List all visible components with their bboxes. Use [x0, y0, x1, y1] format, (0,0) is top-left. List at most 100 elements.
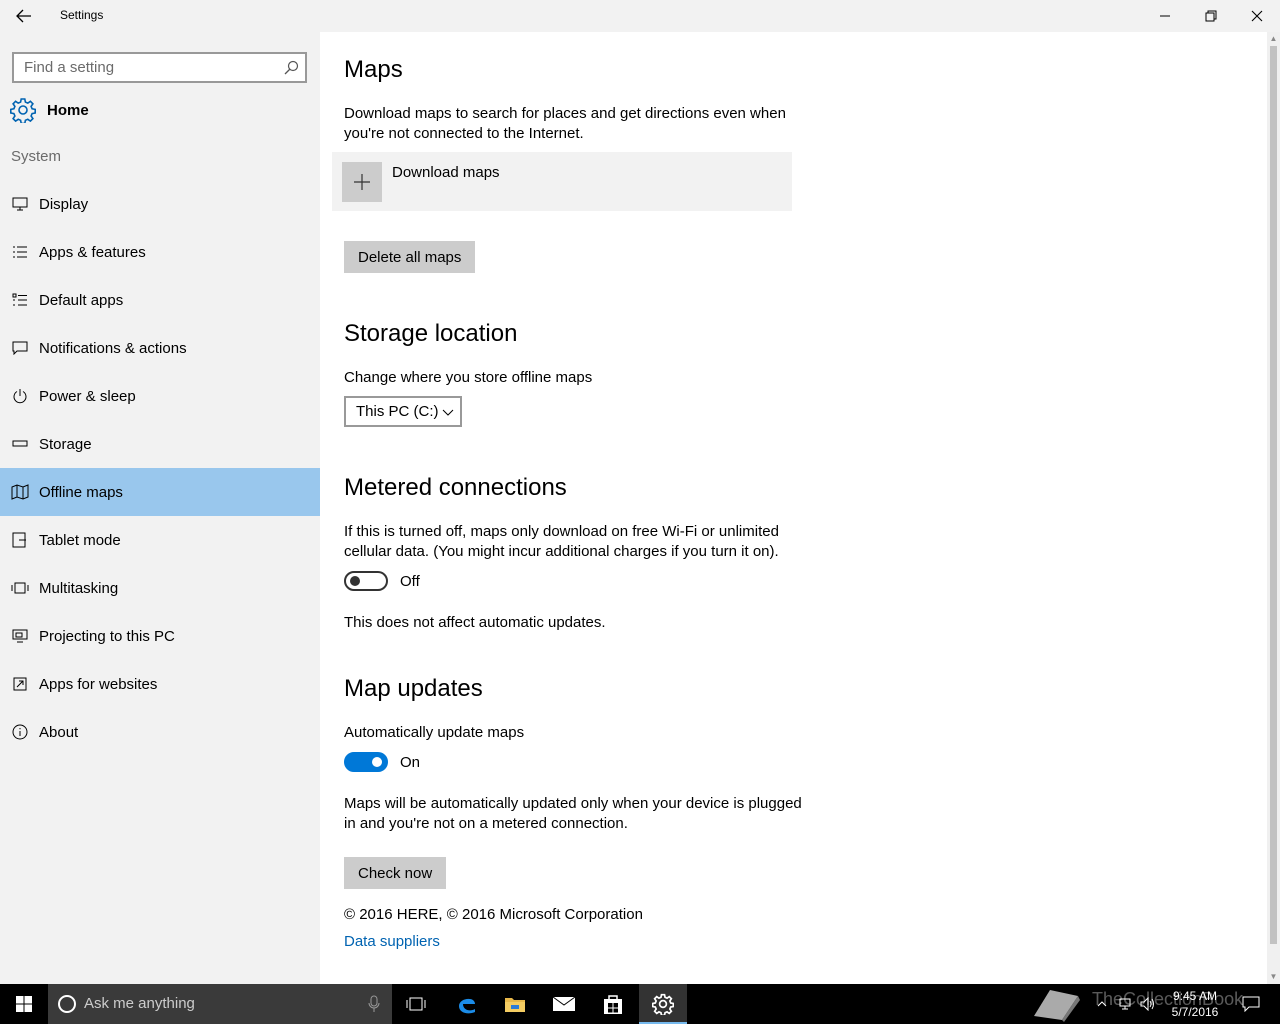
check-now-button[interactable]: Check now	[344, 857, 447, 889]
metered-connections-heading: Metered connections	[344, 474, 567, 501]
task-view-button[interactable]	[392, 984, 440, 1024]
task-view-icon	[406, 997, 426, 1011]
projecting-icon	[11, 627, 29, 645]
search-icon[interactable]	[283, 60, 299, 76]
info-icon	[11, 723, 29, 741]
mail-button[interactable]	[540, 984, 588, 1024]
scroll-down-icon[interactable]: ▼	[1269, 972, 1278, 981]
storage-description: Change where you store offline maps	[344, 369, 593, 386]
download-maps-button[interactable]: Download maps	[332, 152, 792, 211]
show-hidden-icons-button[interactable]	[1094, 984, 1110, 1024]
home-button[interactable]: Home	[10, 96, 89, 124]
delete-all-maps-button[interactable]: Delete all maps	[344, 241, 476, 273]
toggle-knob	[350, 576, 360, 586]
auto-update-toggle[interactable]	[344, 752, 388, 772]
metered-description: If this is turned off, maps only downloa…	[344, 523, 779, 560]
scroll-up-icon[interactable]: ▲	[1269, 34, 1278, 43]
sidebar-item-label: Apps for websites	[39, 675, 158, 693]
sidebar-item-label: Offline maps	[39, 483, 123, 501]
sidebar-item-notifications[interactable]: Notifications & actions	[0, 324, 320, 372]
download-maps-label: Download maps	[392, 164, 500, 181]
folder-icon	[505, 998, 525, 1012]
sidebar-item-display[interactable]: Display	[0, 180, 320, 228]
sidebar-item-label: Apps & features	[39, 243, 146, 261]
sidebar-item-apps-features[interactable]: Apps & features	[0, 228, 320, 276]
plus-icon	[342, 162, 382, 202]
store-button[interactable]	[589, 984, 637, 1024]
settings-taskbar-button[interactable]	[639, 984, 687, 1024]
sidebar-item-apps-websites[interactable]: Apps for websites	[0, 660, 320, 708]
sidebar-item-label: About	[39, 723, 79, 741]
start-button[interactable]	[0, 984, 48, 1024]
sidebar-item-about[interactable]: About	[0, 708, 320, 756]
storage-location-value: This PC (C:)	[356, 403, 439, 420]
multitasking-icon	[11, 579, 29, 597]
metered-note: This does not affect automatic updates.	[344, 614, 606, 631]
scrollbar-thumb[interactable]	[1270, 46, 1277, 944]
tablet-icon	[11, 531, 29, 549]
copyright-text: © 2016 HERE, © 2016 Microsoft Corporatio…	[344, 906, 643, 923]
clock[interactable]: 9:45 AM 5/7/2016	[1160, 988, 1230, 1020]
data-suppliers-link[interactable]: Data suppliers	[344, 933, 440, 950]
edge-icon	[459, 998, 475, 1014]
display-icon	[11, 195, 29, 213]
book-icon	[1028, 984, 1084, 1024]
back-arrow-icon	[16, 9, 31, 23]
store-icon	[604, 995, 622, 1014]
edge-button[interactable]	[443, 984, 491, 1024]
sidebar-item-default-apps[interactable]: Default apps	[0, 276, 320, 324]
minimize-icon	[1160, 15, 1170, 17]
scrollbar[interactable]: ▲ ▼	[1267, 32, 1280, 984]
cortana-search-box[interactable]: Ask me anything	[48, 984, 392, 1024]
home-label: Home	[47, 101, 89, 119]
group-label-system: System	[11, 148, 62, 165]
restore-icon	[1205, 10, 1217, 22]
auto-update-toggle-state: On	[400, 754, 421, 771]
action-center-icon	[1242, 996, 1260, 1012]
sidebar-item-label: Power & sleep	[39, 387, 136, 405]
action-center-button[interactable]	[1238, 984, 1264, 1024]
network-icon[interactable]	[1116, 984, 1136, 1024]
sidebar-item-multitasking[interactable]: Multitasking	[0, 564, 320, 612]
file-explorer-button[interactable]	[491, 984, 539, 1024]
close-button[interactable]	[1234, 0, 1280, 32]
sidebar-item-label: Display	[39, 195, 89, 213]
sidebar-item-offline-maps[interactable]: Offline maps	[0, 468, 320, 516]
minimize-button[interactable]	[1142, 0, 1188, 32]
cortana-placeholder: Ask me anything	[84, 995, 195, 1012]
sidebar-item-storage[interactable]: Storage	[0, 420, 320, 468]
storage-location-heading: Storage location	[344, 320, 518, 347]
toggle-knob	[372, 757, 382, 767]
notifications-icon	[11, 339, 29, 357]
storage-location-dropdown[interactable]: This PC (C:)	[344, 396, 462, 427]
default-apps-icon	[11, 291, 29, 309]
sidebar-item-label: Notifications & actions	[39, 339, 187, 357]
gear-icon	[10, 98, 36, 123]
auto-update-note: Maps will be automatically updated only …	[344, 795, 802, 832]
apps-websites-icon	[11, 675, 29, 693]
nav-list: Display Apps & features Default apps Not…	[0, 180, 320, 756]
metered-toggle[interactable]	[344, 571, 388, 591]
windows-logo-icon	[16, 996, 32, 1012]
storage-icon	[11, 435, 29, 453]
title-bar: Settings	[0, 0, 1280, 32]
clock-date: 5/7/2016	[1171, 1005, 1219, 1019]
search-input[interactable]	[14, 54, 279, 81]
back-button[interactable]	[8, 4, 40, 28]
sidebar-item-tablet-mode[interactable]: Tablet mode	[0, 516, 320, 564]
sidebar-item-label: Projecting to this PC	[39, 627, 175, 645]
search-box[interactable]	[12, 52, 307, 83]
metered-toggle-state: Off	[400, 573, 420, 590]
gear-icon	[652, 993, 674, 1015]
sidebar-item-power-sleep[interactable]: Power & sleep	[0, 372, 320, 420]
microphone-icon[interactable]	[368, 995, 380, 1013]
chevron-up-icon	[1097, 1001, 1107, 1007]
mail-icon	[552, 996, 576, 1011]
cortana-icon	[58, 995, 76, 1013]
volume-icon[interactable]	[1138, 984, 1158, 1024]
auto-update-label: Automatically update maps	[344, 724, 525, 741]
clock-time: 9:45 AM	[1172, 989, 1218, 1003]
sidebar-item-projecting[interactable]: Projecting to this PC	[0, 612, 320, 660]
sidebar-item-label: Tablet mode	[39, 531, 121, 549]
restore-button[interactable]	[1188, 0, 1234, 32]
